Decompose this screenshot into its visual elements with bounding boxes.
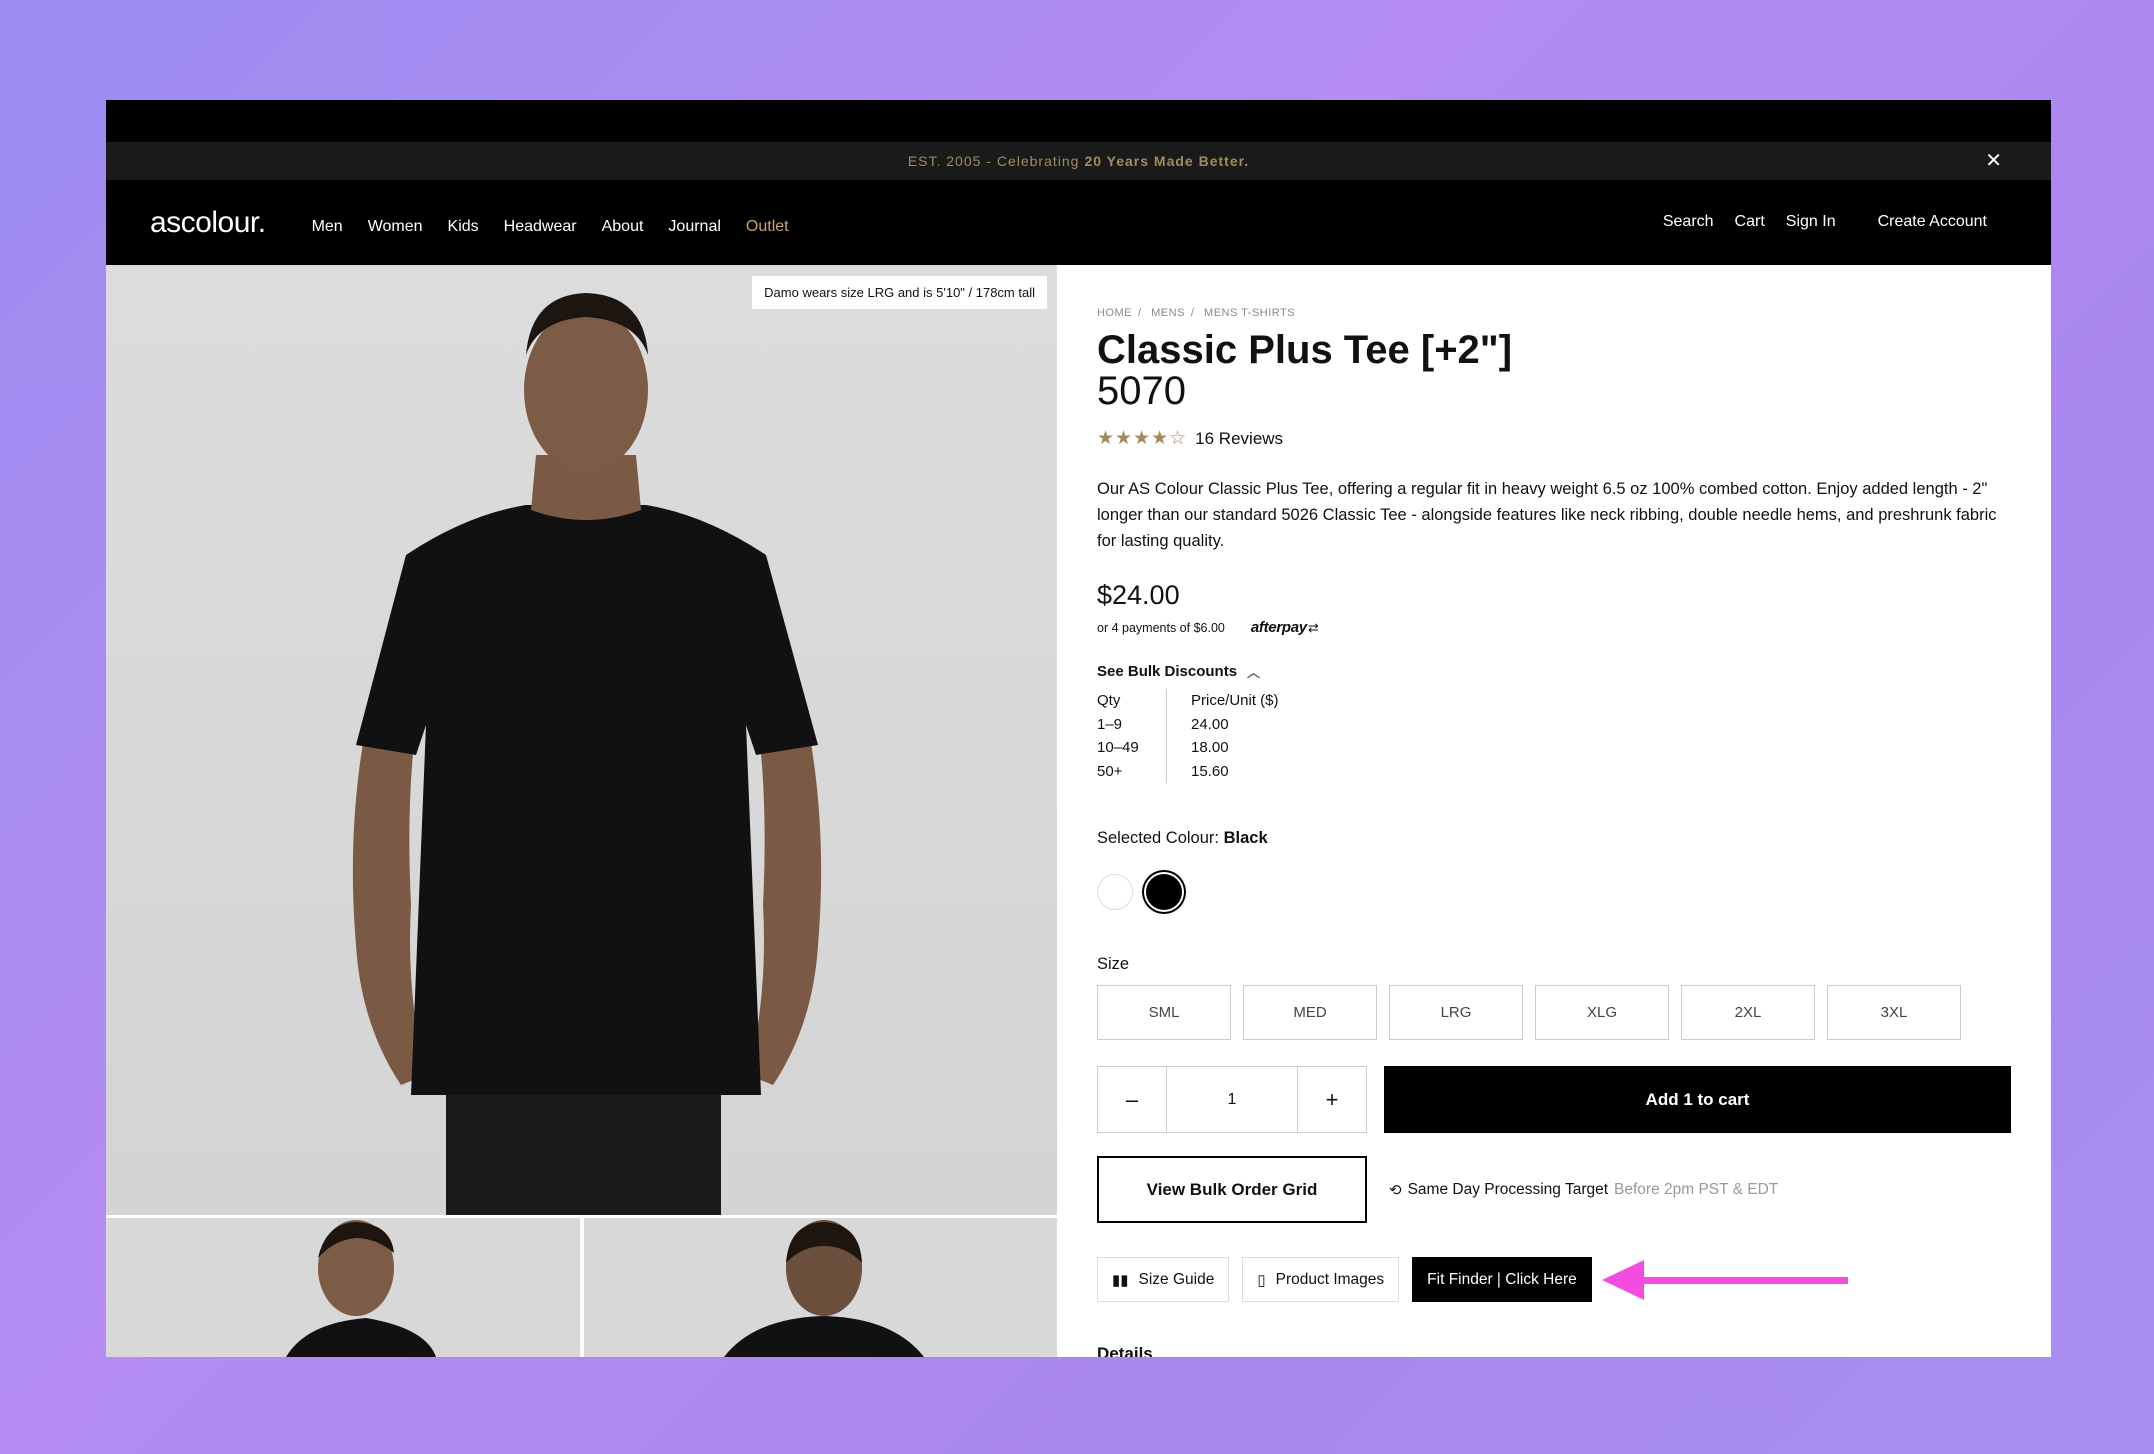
pointer-arrow-icon	[1601, 1259, 1848, 1300]
product-code: 5070	[1097, 369, 1186, 413]
details-accordion[interactable]: Details ︿	[1097, 1344, 2009, 1357]
hero-image[interactable]: Damo wears size LRG and is 5'10" / 178cm…	[106, 265, 1057, 1215]
product-price: $24.00	[1097, 580, 1180, 610]
fit-finder-button[interactable]: Fit Finder | Click Here	[1412, 1257, 1592, 1302]
add-to-cart-button[interactable]: Add 1 to cart	[1384, 1066, 2011, 1133]
bulk-qty-cell: 1–9	[1097, 715, 1123, 733]
payments-info: or 4 payments of $6.00 afterpay ⇄	[1097, 619, 2017, 636]
close-icon[interactable]: ✕	[1985, 151, 2003, 171]
bulk-price-cell: 18.00	[1191, 739, 1229, 756]
breadcrumb-mens-tshirts[interactable]: MENS T-SHIRTS	[1204, 307, 1295, 319]
announcement-prefix: EST. 2005 - Celebrating	[907, 153, 1080, 169]
size-label: Size	[1097, 955, 1130, 973]
nav-item-outlet[interactable]: Outlet	[746, 218, 789, 236]
nav-search[interactable]: Search	[1663, 213, 1714, 231]
size-med-button[interactable]: MED	[1243, 985, 1377, 1040]
quantity-decrease-button[interactable]: –	[1098, 1067, 1166, 1132]
browser-window: EST. 2005 - Celebrating 20 Years Made Be…	[106, 100, 2051, 1357]
nav-create-account[interactable]: Create Account	[1878, 213, 1987, 231]
model-size-tag: Damo wears size LRG and is 5'10" / 178cm…	[752, 276, 1047, 309]
bulk-qty-cell: 50+	[1097, 762, 1123, 780]
nav-item-kids[interactable]: Kids	[448, 218, 479, 236]
thumbnail-side[interactable]	[106, 1218, 580, 1357]
reviews-link[interactable]: 16 Reviews	[1195, 429, 1283, 449]
payments-text: or 4 payments of $6.00	[1097, 620, 1225, 635]
shirt-icon: ▯	[1257, 1271, 1266, 1289]
swatch-white[interactable]	[1097, 874, 1133, 910]
colour-value: Black	[1223, 829, 1268, 847]
size-sml-button[interactable]: SML	[1097, 985, 1231, 1040]
nav-item-men[interactable]: Men	[312, 218, 343, 236]
size-options: SML MED LRG XLG 2XL 3XL	[1097, 985, 2017, 1040]
size-2xl-button[interactable]: 2XL	[1681, 985, 1815, 1040]
bulk-price-column: Price/Unit ($) 24.00 18.00 15.60	[1167, 689, 1279, 783]
thumbnail-back[interactable]	[583, 1218, 1057, 1357]
quantity-stepper: – 1 +	[1097, 1066, 1367, 1133]
announcement-bar: EST. 2005 - Celebrating 20 Years Made Be…	[106, 142, 2051, 180]
nav-cart[interactable]: Cart	[1735, 213, 1765, 231]
product-images-button[interactable]: ▯ Product Images	[1242, 1257, 1400, 1302]
logo[interactable]: ascolour.	[150, 206, 266, 240]
top-strip	[106, 100, 2051, 142]
bulk-price-header: Price/Unit ($)	[1191, 692, 1279, 709]
bulk-qty-cell: 10–49	[1097, 739, 1139, 756]
product-info: HOME / MENS / MENS T-SHIRTS Classic Plus T…	[1097, 265, 2017, 1357]
bulk-price-cell: 24.00	[1191, 715, 1229, 733]
chevron-up-icon: ︿	[1247, 665, 1261, 680]
breadcrumb: HOME / MENS / MENS T-SHIRTS	[1097, 307, 1296, 319]
tools-row: ▮▮ Size Guide ▯ Product Images Fit Finde…	[1097, 1257, 2017, 1302]
product-gallery: Damo wears size LRG and is 5'10" / 178cm…	[106, 265, 1057, 1357]
processing-note: Before 2pm PST & EDT	[1614, 1180, 1779, 1198]
announcement-highlight: 20 Years Made Better.	[1084, 153, 1250, 169]
afterpay-icon: ⇄	[1307, 619, 1319, 635]
processing-text: Same Day Processing Target	[1407, 1180, 1609, 1198]
nav-item-journal[interactable]: Journal	[668, 218, 720, 236]
nav-item-about[interactable]: About	[602, 218, 644, 236]
bulk-discount-table: Qty 1–9 10–49 50+ Price/Unit ($) 24.00 1…	[1097, 689, 2017, 783]
size-3xl-button[interactable]: 3XL	[1827, 985, 1961, 1040]
details-label: Details	[1097, 1344, 1153, 1357]
product-description: Our AS Colour Classic Plus Tee, offering…	[1097, 480, 1997, 550]
star-rating-icon: ★★★★☆	[1097, 428, 1188, 449]
nav-item-headwear[interactable]: Headwear	[504, 218, 577, 236]
bulk-qty-header: Qty	[1097, 692, 1121, 709]
breadcrumb-mens[interactable]: MENS	[1151, 307, 1185, 319]
processing-info: ⟲ Same Day Processing Target Before 2pm …	[1389, 1181, 1778, 1199]
thumbnail-side-image	[286, 1220, 436, 1357]
size-guide-label: Size Guide	[1138, 1270, 1215, 1288]
size-guide-button[interactable]: ▮▮ Size Guide	[1097, 1257, 1230, 1302]
afterpay-logo[interactable]: afterpay	[1251, 619, 1307, 636]
clock-icon: ⟲	[1389, 1181, 1402, 1199]
thumbnail-back-image	[723, 1220, 924, 1357]
bulk-price-cell: 15.60	[1191, 762, 1229, 780]
chart-icon: ▮▮	[1112, 1271, 1129, 1289]
view-bulk-order-grid-button[interactable]: View Bulk Order Grid	[1097, 1156, 1367, 1223]
nav-right: Search Cart Sign In Create Account	[1642, 213, 1987, 231]
selected-colour: Selected Colour: Black	[1097, 829, 2017, 848]
thumbnail-row	[106, 1218, 1057, 1357]
main-nav: ascolour. Men Women Kids Headwear About …	[106, 180, 2051, 265]
model-photo	[352, 293, 822, 1215]
swatch-black[interactable]	[1146, 874, 1182, 910]
quantity-input[interactable]: 1	[1166, 1067, 1298, 1132]
rating[interactable]: ★★★★☆ 16 Reviews	[1097, 427, 2017, 450]
nav-sign-in[interactable]: Sign In	[1786, 213, 1836, 231]
size-lrg-button[interactable]: LRG	[1389, 985, 1523, 1040]
product-images-label: Product Images	[1275, 1270, 1385, 1288]
breadcrumb-home[interactable]: HOME	[1097, 307, 1132, 319]
colour-swatches	[1097, 874, 2017, 910]
size-xlg-button[interactable]: XLG	[1535, 985, 1669, 1040]
bulk-discounts-label: See Bulk Discounts	[1097, 663, 1238, 680]
bulk-order-row: View Bulk Order Grid ⟲ Same Day Processi…	[1097, 1156, 2017, 1223]
nav-left: Men Women Kids Headwear About Journal Ou…	[312, 214, 814, 235]
bulk-qty-column: Qty 1–9 10–49 50+	[1097, 689, 1167, 783]
product-title: Classic Plus Tee [+2"]	[1097, 328, 1513, 372]
product-page: Damo wears size LRG and is 5'10" / 178cm…	[106, 265, 2051, 1357]
colour-label: Selected Colour:	[1097, 829, 1219, 847]
cart-row: – 1 + Add 1 to cart	[1097, 1066, 2017, 1133]
nav-item-women[interactable]: Women	[368, 218, 423, 236]
quantity-increase-button[interactable]: +	[1298, 1067, 1366, 1132]
bulk-discounts-toggle[interactable]: See Bulk Discounts ︿	[1097, 662, 2017, 681]
chevron-up-icon: ︿	[1993, 1344, 2009, 1357]
